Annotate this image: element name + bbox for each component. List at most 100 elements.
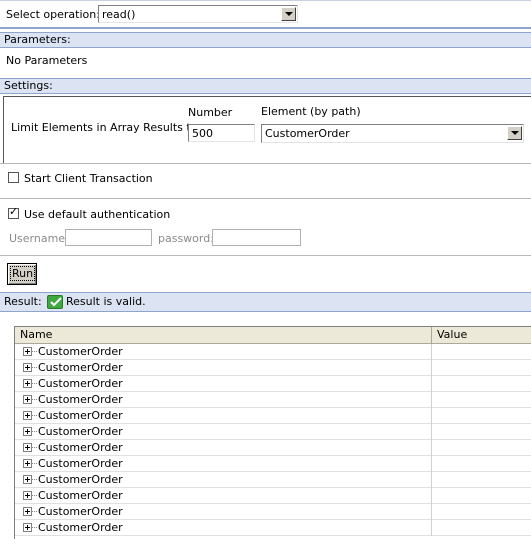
row-label: CustomerOrder xyxy=(38,409,123,422)
expand-plus-icon[interactable] xyxy=(23,347,32,356)
operation-select[interactable]: read() xyxy=(98,5,298,23)
name-cell: CustomerOrder xyxy=(15,344,432,360)
result-header: Result: Result is valid. xyxy=(0,292,531,312)
value-cell xyxy=(432,408,531,424)
table-row[interactable]: CustomerOrder xyxy=(15,456,531,472)
name-cell: CustomerOrder xyxy=(15,440,432,456)
transaction-label: Start Client Transaction xyxy=(24,172,153,185)
table-row[interactable]: CustomerOrder xyxy=(15,376,531,392)
divider xyxy=(0,163,531,164)
table-row[interactable]: CustomerOrder xyxy=(15,504,531,520)
name-cell: CustomerOrder xyxy=(15,360,432,376)
operation-select-value: read() xyxy=(102,8,136,21)
tree-connector xyxy=(32,495,37,496)
expand-plus-icon[interactable] xyxy=(23,427,32,436)
tree-connector xyxy=(32,447,37,448)
row-label: CustomerOrder xyxy=(38,521,123,534)
row-label: CustomerOrder xyxy=(38,425,123,438)
expand-plus-icon[interactable] xyxy=(23,411,32,420)
number-input[interactable]: 500 xyxy=(188,124,255,142)
name-cell: CustomerOrder xyxy=(15,408,432,424)
chevron-down-icon[interactable] xyxy=(507,126,522,140)
run-button-label: Run xyxy=(9,266,36,281)
chevron-down-icon[interactable] xyxy=(281,7,296,21)
expand-plus-icon[interactable] xyxy=(23,379,32,388)
valid-check-icon xyxy=(47,295,63,309)
number-input-value: 500 xyxy=(192,127,213,140)
value-cell xyxy=(432,344,531,360)
expand-plus-icon[interactable] xyxy=(23,459,32,468)
transaction-checkbox[interactable] xyxy=(8,172,19,183)
table-row[interactable]: CustomerOrder xyxy=(15,440,531,456)
settings-header: Settings: xyxy=(0,78,531,94)
expand-plus-icon[interactable] xyxy=(23,475,32,484)
expand-plus-icon[interactable] xyxy=(23,491,32,500)
table-row[interactable]: CustomerOrder xyxy=(15,488,531,504)
username-label: Username: xyxy=(9,232,69,245)
row-label: CustomerOrder xyxy=(38,505,123,518)
name-cell: CustomerOrder xyxy=(15,504,432,520)
result-table: Name Value CustomerOrder CustomerOrder Cus… xyxy=(14,326,531,539)
expand-plus-icon[interactable] xyxy=(23,523,32,532)
tree-connector xyxy=(32,399,37,400)
run-button[interactable]: Run xyxy=(7,263,37,285)
tree-connector xyxy=(32,415,37,416)
value-cell xyxy=(432,504,531,520)
row-label: CustomerOrder xyxy=(38,489,123,502)
value-cell xyxy=(432,440,531,456)
tree-connector xyxy=(32,367,37,368)
column-header-name[interactable]: Name xyxy=(15,327,432,343)
expand-plus-icon[interactable] xyxy=(23,507,32,516)
operation-bar: Select operation: read() xyxy=(0,0,531,29)
expand-plus-icon[interactable] xyxy=(23,443,32,452)
table-row[interactable]: CustomerOrder xyxy=(15,360,531,376)
expand-plus-icon[interactable] xyxy=(23,395,32,404)
result-label: Result: xyxy=(4,295,42,308)
tree-connector xyxy=(32,527,37,528)
name-cell: CustomerOrder xyxy=(15,424,432,440)
value-cell xyxy=(432,424,531,440)
value-cell xyxy=(432,456,531,472)
check-icon: ✓ xyxy=(9,205,19,218)
name-cell: CustomerOrder xyxy=(15,488,432,504)
divider xyxy=(0,255,531,256)
value-cell xyxy=(432,376,531,392)
result-status: Result is valid. xyxy=(66,295,146,308)
settings-header-label: Settings: xyxy=(4,79,53,92)
table-header: Name Value xyxy=(15,327,531,344)
table-row[interactable]: CustomerOrder xyxy=(15,424,531,440)
table-row[interactable]: CustomerOrder xyxy=(15,520,531,536)
element-select[interactable]: CustomerOrder xyxy=(261,124,524,143)
table-row[interactable]: CustomerOrder xyxy=(15,344,531,360)
username-input[interactable] xyxy=(65,229,152,246)
expand-plus-icon[interactable] xyxy=(23,363,32,372)
name-cell: CustomerOrder xyxy=(15,520,432,536)
table-row[interactable]: CustomerOrder xyxy=(15,392,531,408)
name-cell: CustomerOrder xyxy=(15,376,432,392)
parameters-header-label: Parameters: xyxy=(4,33,71,46)
row-label: CustomerOrder xyxy=(38,361,123,374)
element-select-value: CustomerOrder xyxy=(265,127,350,140)
name-cell: CustomerOrder xyxy=(15,472,432,488)
operation-label: Select operation: xyxy=(6,8,100,21)
value-cell xyxy=(432,488,531,504)
tree-connector xyxy=(32,383,37,384)
table-row[interactable]: CustomerOrder xyxy=(15,472,531,488)
element-label: Element (by path) xyxy=(261,105,361,118)
value-cell xyxy=(432,520,531,536)
number-label: Number xyxy=(188,106,233,119)
auth-label: Use default authentication xyxy=(24,208,171,221)
row-label: CustomerOrder xyxy=(38,393,123,406)
password-input[interactable] xyxy=(212,229,301,246)
column-header-value[interactable]: Value xyxy=(432,327,531,343)
row-label: CustomerOrder xyxy=(38,457,123,470)
table-row[interactable]: CustomerOrder xyxy=(15,408,531,424)
row-label: CustomerOrder xyxy=(38,345,123,358)
row-label: CustomerOrder xyxy=(38,473,123,486)
tree-connector xyxy=(32,511,37,512)
auth-checkbox[interactable]: ✓ xyxy=(8,205,19,219)
row-label: CustomerOrder xyxy=(38,441,123,454)
name-cell: CustomerOrder xyxy=(15,392,432,408)
value-cell xyxy=(432,392,531,408)
parameters-header: Parameters: xyxy=(0,32,531,48)
